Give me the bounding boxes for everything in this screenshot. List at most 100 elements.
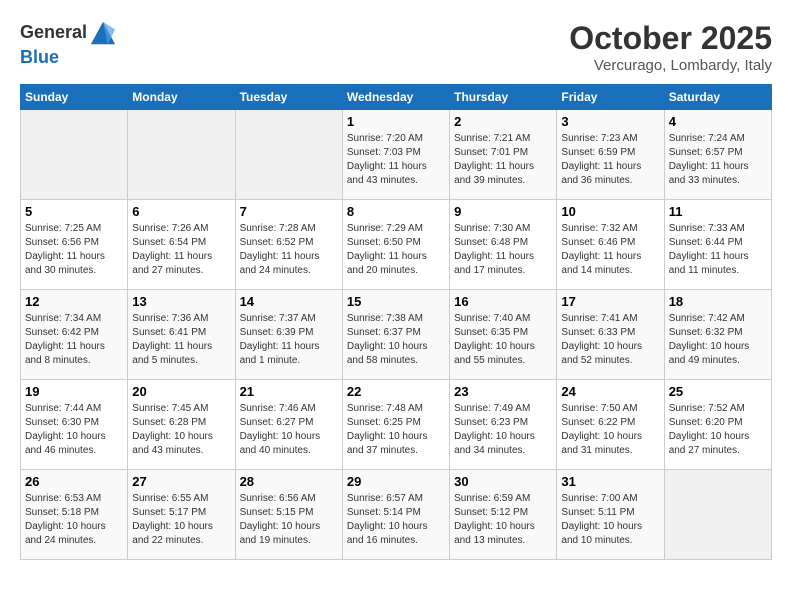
table-row: 18 Sunrise: 7:42 AM Sunset: 6:32 PM Dayli…	[664, 290, 771, 380]
day-info: Sunrise: 6:57 AM Sunset: 5:14 PM Dayligh…	[347, 492, 445, 548]
day-info: Sunrise: 7:24 AM Sunset: 6:57 PM Dayligh…	[669, 132, 767, 188]
day-number: 14	[240, 294, 338, 309]
table-row: 22 Sunrise: 7:48 AM Sunset: 6:25 PM Dayli…	[342, 380, 449, 470]
day-number: 8	[347, 204, 445, 219]
header-thursday: Thursday	[450, 85, 557, 110]
table-row: 28 Sunrise: 6:56 AM Sunset: 5:15 PM Dayli…	[235, 470, 342, 560]
day-info: Sunrise: 7:36 AM Sunset: 6:41 PM Dayligh…	[132, 312, 230, 368]
table-row: 21 Sunrise: 7:46 AM Sunset: 6:27 PM Dayli…	[235, 380, 342, 470]
header-sunday: Sunday	[21, 85, 128, 110]
header-tuesday: Tuesday	[235, 85, 342, 110]
table-row: 9 Sunrise: 7:30 AM Sunset: 6:48 PM Daylig…	[450, 200, 557, 290]
header-wednesday: Wednesday	[342, 85, 449, 110]
day-number: 3	[561, 114, 659, 129]
day-info: Sunrise: 7:45 AM Sunset: 6:28 PM Dayligh…	[132, 402, 230, 458]
header-saturday: Saturday	[664, 85, 771, 110]
day-info: Sunrise: 7:40 AM Sunset: 6:35 PM Dayligh…	[454, 312, 552, 368]
day-info: Sunrise: 7:21 AM Sunset: 7:01 PM Dayligh…	[454, 132, 552, 188]
day-info: Sunrise: 7:42 AM Sunset: 6:32 PM Dayligh…	[669, 312, 767, 368]
table-row: 31 Sunrise: 7:00 AM Sunset: 5:11 PM Dayli…	[557, 470, 664, 560]
day-info: Sunrise: 7:46 AM Sunset: 6:27 PM Dayligh…	[240, 402, 338, 458]
day-number: 26	[25, 474, 123, 489]
day-info: Sunrise: 7:50 AM Sunset: 6:22 PM Dayligh…	[561, 402, 659, 458]
table-row	[21, 110, 128, 200]
table-row: 16 Sunrise: 7:40 AM Sunset: 6:35 PM Dayli…	[450, 290, 557, 380]
table-row: 20 Sunrise: 7:45 AM Sunset: 6:28 PM Dayli…	[128, 380, 235, 470]
day-info: Sunrise: 7:20 AM Sunset: 7:03 PM Dayligh…	[347, 132, 445, 188]
day-info: Sunrise: 7:26 AM Sunset: 6:54 PM Dayligh…	[132, 222, 230, 278]
table-row: 17Sunrise: 7:41 AM Sunset: 6:33 PM Dayli…	[557, 290, 664, 380]
table-row: 27 Sunrise: 6:55 AM Sunset: 5:17 PM Dayli…	[128, 470, 235, 560]
day-number: 30	[454, 474, 552, 489]
calendar-week-row: 26Sunrise: 6:53 AM Sunset: 5:18 PM Dayli…	[21, 470, 772, 560]
day-info: Sunrise: 7:44 AM Sunset: 6:30 PM Dayligh…	[25, 402, 123, 458]
calendar-table: Sunday Monday Tuesday Wednesday Thursday…	[20, 84, 772, 560]
day-info: Sunrise: 6:59 AM Sunset: 5:12 PM Dayligh…	[454, 492, 552, 548]
day-info: Sunrise: 7:41 AM Sunset: 6:33 PM Dayligh…	[561, 312, 659, 368]
table-row: 14Sunrise: 7:37 AM Sunset: 6:39 PM Dayli…	[235, 290, 342, 380]
header-friday: Friday	[557, 85, 664, 110]
day-info: Sunrise: 6:56 AM Sunset: 5:15 PM Dayligh…	[240, 492, 338, 548]
table-row: 12 Sunrise: 7:34 AM Sunset: 6:42 PM Dayli…	[21, 290, 128, 380]
table-row: 4 Sunrise: 7:24 AM Sunset: 6:57 PM Daylig…	[664, 110, 771, 200]
day-info: Sunrise: 7:49 AM Sunset: 6:23 PM Dayligh…	[454, 402, 552, 458]
day-info: Sunrise: 7:00 AM Sunset: 5:11 PM Dayligh…	[561, 492, 659, 548]
calendar-week-row: 1Sunrise: 7:20 AM Sunset: 7:03 PM Daylig…	[21, 110, 772, 200]
logo: General Blue	[20, 20, 117, 68]
table-row: 13Sunrise: 7:36 AM Sunset: 6:41 PM Dayli…	[128, 290, 235, 380]
day-number: 21	[240, 384, 338, 399]
table-row	[664, 470, 771, 560]
day-info: Sunrise: 7:48 AM Sunset: 6:25 PM Dayligh…	[347, 402, 445, 458]
day-number: 31	[561, 474, 659, 489]
day-number: 22	[347, 384, 445, 399]
table-row: 24 Sunrise: 7:50 AM Sunset: 6:22 PM Dayli…	[557, 380, 664, 470]
table-row: 29 Sunrise: 6:57 AM Sunset: 5:14 PM Dayli…	[342, 470, 449, 560]
table-row: 7Sunrise: 7:28 AM Sunset: 6:52 PM Daylig…	[235, 200, 342, 290]
location: Vercurago, Lombardy, Italy	[569, 57, 772, 74]
table-row: 15Sunrise: 7:38 AM Sunset: 6:37 PM Dayli…	[342, 290, 449, 380]
table-row: 2 Sunrise: 7:21 AM Sunset: 7:01 PM Daylig…	[450, 110, 557, 200]
logo-blue: Blue	[20, 48, 117, 68]
calendar-week-row: 5 Sunrise: 7:25 AM Sunset: 6:56 PM Daylig…	[21, 200, 772, 290]
day-number: 29	[347, 474, 445, 489]
month-title: October 2025	[569, 20, 772, 57]
table-row	[235, 110, 342, 200]
calendar-week-row: 19 Sunrise: 7:44 AM Sunset: 6:30 PM Dayli…	[21, 380, 772, 470]
day-number: 24	[561, 384, 659, 399]
day-number: 5	[25, 204, 123, 219]
table-row: 19 Sunrise: 7:44 AM Sunset: 6:30 PM Dayli…	[21, 380, 128, 470]
day-number: 28	[240, 474, 338, 489]
day-info: Sunrise: 6:55 AM Sunset: 5:17 PM Dayligh…	[132, 492, 230, 548]
day-number: 23	[454, 384, 552, 399]
table-row: 6Sunrise: 7:26 AM Sunset: 6:54 PM Daylig…	[128, 200, 235, 290]
day-info: Sunrise: 7:28 AM Sunset: 6:52 PM Dayligh…	[240, 222, 338, 278]
calendar-header-row: Sunday Monday Tuesday Wednesday Thursday…	[21, 85, 772, 110]
day-number: 18	[669, 294, 767, 309]
table-row: 10Sunrise: 7:32 AM Sunset: 6:46 PM Dayli…	[557, 200, 664, 290]
day-number: 27	[132, 474, 230, 489]
day-info: Sunrise: 7:38 AM Sunset: 6:37 PM Dayligh…	[347, 312, 445, 368]
day-info: Sunrise: 7:29 AM Sunset: 6:50 PM Dayligh…	[347, 222, 445, 278]
logo-general: General	[20, 20, 117, 48]
table-row: 8 Sunrise: 7:29 AM Sunset: 6:50 PM Daylig…	[342, 200, 449, 290]
calendar-week-row: 12 Sunrise: 7:34 AM Sunset: 6:42 PM Dayli…	[21, 290, 772, 380]
table-row: 11Sunrise: 7:33 AM Sunset: 6:44 PM Dayli…	[664, 200, 771, 290]
day-number: 20	[132, 384, 230, 399]
day-number: 9	[454, 204, 552, 219]
day-info: Sunrise: 7:34 AM Sunset: 6:42 PM Dayligh…	[25, 312, 123, 368]
table-row: 3 Sunrise: 7:23 AM Sunset: 6:59 PM Daylig…	[557, 110, 664, 200]
title-area: October 2025 Vercurago, Lombardy, Italy	[569, 20, 772, 74]
day-number: 16	[454, 294, 552, 309]
day-number: 2	[454, 114, 552, 129]
day-info: Sunrise: 7:23 AM Sunset: 6:59 PM Dayligh…	[561, 132, 659, 188]
table-row: 25Sunrise: 7:52 AM Sunset: 6:20 PM Dayli…	[664, 380, 771, 470]
page-header: General Blue October 2025 Vercurago, Lom…	[20, 20, 772, 74]
day-number: 19	[25, 384, 123, 399]
day-number: 10	[561, 204, 659, 219]
day-info: Sunrise: 7:25 AM Sunset: 6:56 PM Dayligh…	[25, 222, 123, 278]
day-number: 11	[669, 204, 767, 219]
logo-icon	[89, 20, 117, 48]
day-info: Sunrise: 7:30 AM Sunset: 6:48 PM Dayligh…	[454, 222, 552, 278]
day-number: 12	[25, 294, 123, 309]
day-number: 4	[669, 114, 767, 129]
